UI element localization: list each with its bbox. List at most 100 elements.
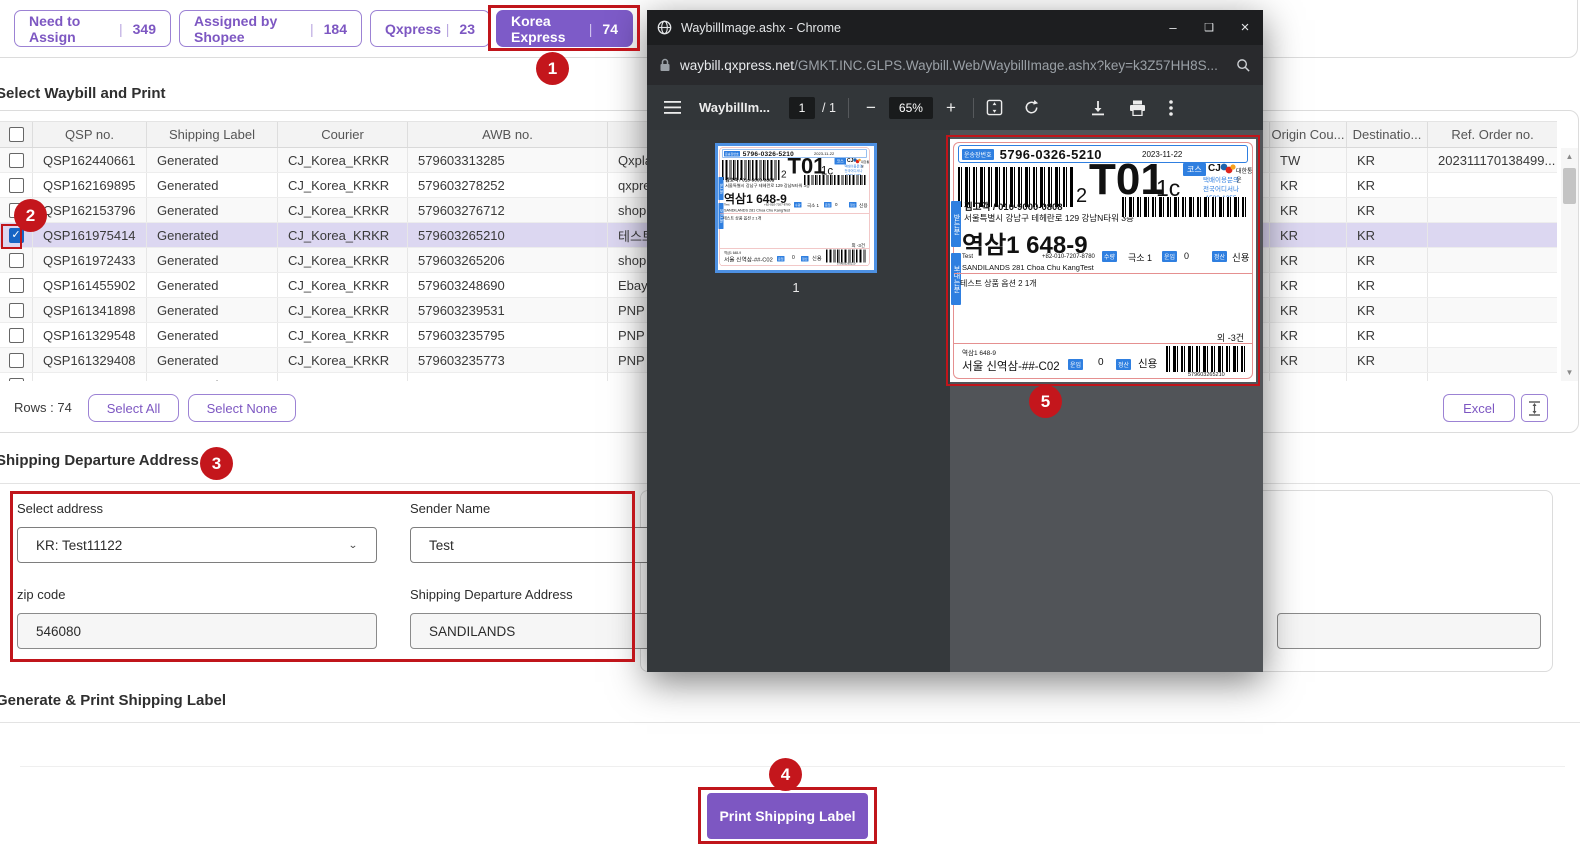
cell-origin-country: KR bbox=[1269, 173, 1346, 197]
header-awb-no: AWB no. bbox=[407, 122, 607, 147]
lock-icon bbox=[659, 58, 671, 72]
footer-code: 서울 신역삼-##-C02 bbox=[724, 256, 773, 264]
page: Need to Assign | 349 Assigned by Shopee … bbox=[0, 0, 1580, 851]
cell-qsp-no: QSP161972433 bbox=[32, 248, 146, 272]
fit-to-page-icon[interactable] bbox=[986, 99, 1003, 116]
url-host: waybill.qxpress.net bbox=[680, 58, 794, 73]
cell-origin-country: KR bbox=[1269, 348, 1346, 372]
cell-shipping-label: Generated bbox=[146, 323, 277, 347]
pdf-content-area: 운송장번호 5796-0326-5210 2023-11-22 2 T01 1c… bbox=[647, 130, 1263, 672]
tab-count-divider: | bbox=[119, 21, 123, 37]
more-options-icon[interactable] bbox=[1169, 100, 1173, 116]
cell-destination: KR bbox=[1346, 373, 1427, 381]
select-all-button[interactable]: Select All bbox=[88, 394, 179, 422]
cell-shipping-label: Generated bbox=[146, 373, 277, 381]
maximize-button[interactable]: ❑ bbox=[1201, 21, 1217, 34]
tab-count-divider: | bbox=[589, 21, 593, 37]
row-checkbox[interactable] bbox=[9, 153, 24, 168]
zoom-out-button[interactable]: − bbox=[861, 98, 881, 118]
cell-ref-order-no bbox=[1427, 323, 1557, 347]
row-checkbox[interactable] bbox=[9, 253, 24, 268]
header-shipping-label: Shipping Label bbox=[146, 122, 277, 147]
excel-button[interactable]: Excel bbox=[1443, 394, 1515, 422]
row-checkbox[interactable] bbox=[9, 303, 24, 318]
sender-name-input[interactable]: Test bbox=[410, 527, 655, 563]
table-scrollbar[interactable]: ▲ ▼ bbox=[1561, 148, 1578, 381]
page-number-input[interactable]: 1 bbox=[789, 97, 815, 119]
download-icon[interactable] bbox=[1090, 100, 1106, 116]
close-button[interactable]: × bbox=[1237, 19, 1253, 36]
departure-address-input[interactable]: SANDILANDS bbox=[410, 613, 655, 649]
cell-ref-order-no bbox=[1427, 223, 1557, 247]
footer-fee-chip: 운임 bbox=[777, 256, 785, 262]
cell-qsp-no: QSP161329548 bbox=[32, 323, 146, 347]
barcode-footer bbox=[826, 250, 867, 263]
header-destination: Destinatio... bbox=[1346, 122, 1427, 147]
cell-destination: KR bbox=[1346, 173, 1427, 197]
cell-destination: KR bbox=[1346, 348, 1427, 372]
zip-code-value: 546080 bbox=[36, 624, 81, 639]
row-height-toggle-button[interactable] bbox=[1521, 394, 1548, 422]
row-checkbox[interactable] bbox=[9, 378, 24, 382]
annotation-badge-3: 3 bbox=[200, 447, 233, 480]
zip-code-label: zip code bbox=[17, 587, 65, 602]
page-thumbnail[interactable]: 운송장번호 5796-0326-5210 2023-11-22 2 T01 1c… bbox=[718, 146, 874, 270]
row-select-cell bbox=[0, 248, 32, 272]
print-icon[interactable] bbox=[1129, 100, 1146, 116]
globe-icon bbox=[657, 20, 672, 35]
kos-chip: 코스 bbox=[1183, 163, 1206, 176]
cell-ref-order-no bbox=[1427, 298, 1557, 322]
shipping-section-title: Shipping Departure Address bbox=[0, 452, 199, 469]
rotate-icon[interactable] bbox=[1023, 99, 1040, 116]
sender-small: Test bbox=[962, 254, 973, 260]
fee-chip: 운임 bbox=[824, 202, 832, 208]
select-address-dropdown[interactable]: KR: Test11122 ⌄ bbox=[17, 527, 377, 563]
tracking-no-chip: 운송장번호 bbox=[962, 149, 994, 160]
qty-chip: 수량 bbox=[1102, 251, 1117, 262]
cell-origin-country: KR bbox=[1269, 298, 1346, 322]
generate-section-title: Generate & Print Shipping Label bbox=[0, 692, 226, 709]
header-checkbox[interactable] bbox=[9, 127, 24, 142]
footer-code: 서울 신역삼-##-C02 bbox=[962, 358, 1060, 374]
tab-assigned-by-shopee[interactable]: Assigned by Shopee | 184 bbox=[179, 10, 362, 47]
row-checkbox[interactable] bbox=[9, 328, 24, 343]
departure-address-label: Shipping Departure Address bbox=[410, 587, 573, 602]
row-checkbox[interactable] bbox=[9, 353, 24, 368]
cell-shipping-label: Generated bbox=[146, 198, 277, 222]
cell-destination: KR bbox=[1346, 223, 1427, 247]
footer-small-address: 역삼1 648-9 bbox=[724, 250, 741, 255]
departure-address-detail-input[interactable] bbox=[1277, 613, 1541, 649]
zoom-level-input[interactable]: 65% bbox=[889, 97, 933, 119]
tab-count: 74 bbox=[602, 21, 618, 37]
print-shipping-label-button[interactable]: Print Shipping Label bbox=[707, 793, 868, 839]
scroll-down-icon[interactable]: ▼ bbox=[1561, 364, 1578, 381]
row-select-cell bbox=[0, 373, 32, 381]
cell-shipping-label: Generated bbox=[146, 223, 277, 247]
search-icon[interactable] bbox=[1236, 58, 1251, 73]
cell-courier: CJ_Korea_KRKR bbox=[277, 223, 407, 247]
waybill-section-title: Select Waybill and Print bbox=[0, 85, 165, 102]
cell-shipping-label: Generated bbox=[146, 273, 277, 297]
select-none-button[interactable]: Select None bbox=[188, 394, 296, 422]
cell-awb-no: 579603235795 bbox=[407, 323, 607, 347]
tab-qxpress[interactable]: Qxpress | 23 bbox=[370, 10, 490, 47]
menu-icon[interactable] bbox=[664, 101, 681, 114]
tab-label: Assigned by Shopee bbox=[194, 13, 300, 45]
cell-destination: KR bbox=[1346, 148, 1427, 172]
zip-code-input[interactable]: 546080 bbox=[17, 613, 377, 649]
url-text[interactable]: waybill.qxpress.net/GMKT.INC.GLPS.Waybil… bbox=[680, 58, 1236, 73]
cell-courier: CJ_Korea_KRKR bbox=[277, 323, 407, 347]
pdf-thumbnail-sidebar: 운송장번호 5796-0326-5210 2023-11-22 2 T01 1c… bbox=[647, 130, 950, 672]
tab-need-to-assign[interactable]: Need to Assign | 349 bbox=[14, 10, 171, 47]
scrollbar-thumb[interactable] bbox=[1563, 168, 1576, 204]
cell-courier: CJ_Korea_KRKR bbox=[277, 148, 407, 172]
row-checkbox[interactable] bbox=[9, 178, 24, 193]
expand-vertical-icon bbox=[1528, 401, 1541, 416]
zoom-in-button[interactable]: + bbox=[941, 98, 961, 118]
tab-korea-express[interactable]: Korea Express | 74 bbox=[496, 10, 633, 47]
minimize-button[interactable]: – bbox=[1165, 20, 1181, 35]
row-select-cell bbox=[0, 273, 32, 297]
cj-logo: CJ bbox=[1208, 163, 1221, 174]
scroll-up-icon[interactable]: ▲ bbox=[1561, 148, 1578, 165]
row-checkbox[interactable] bbox=[9, 278, 24, 293]
